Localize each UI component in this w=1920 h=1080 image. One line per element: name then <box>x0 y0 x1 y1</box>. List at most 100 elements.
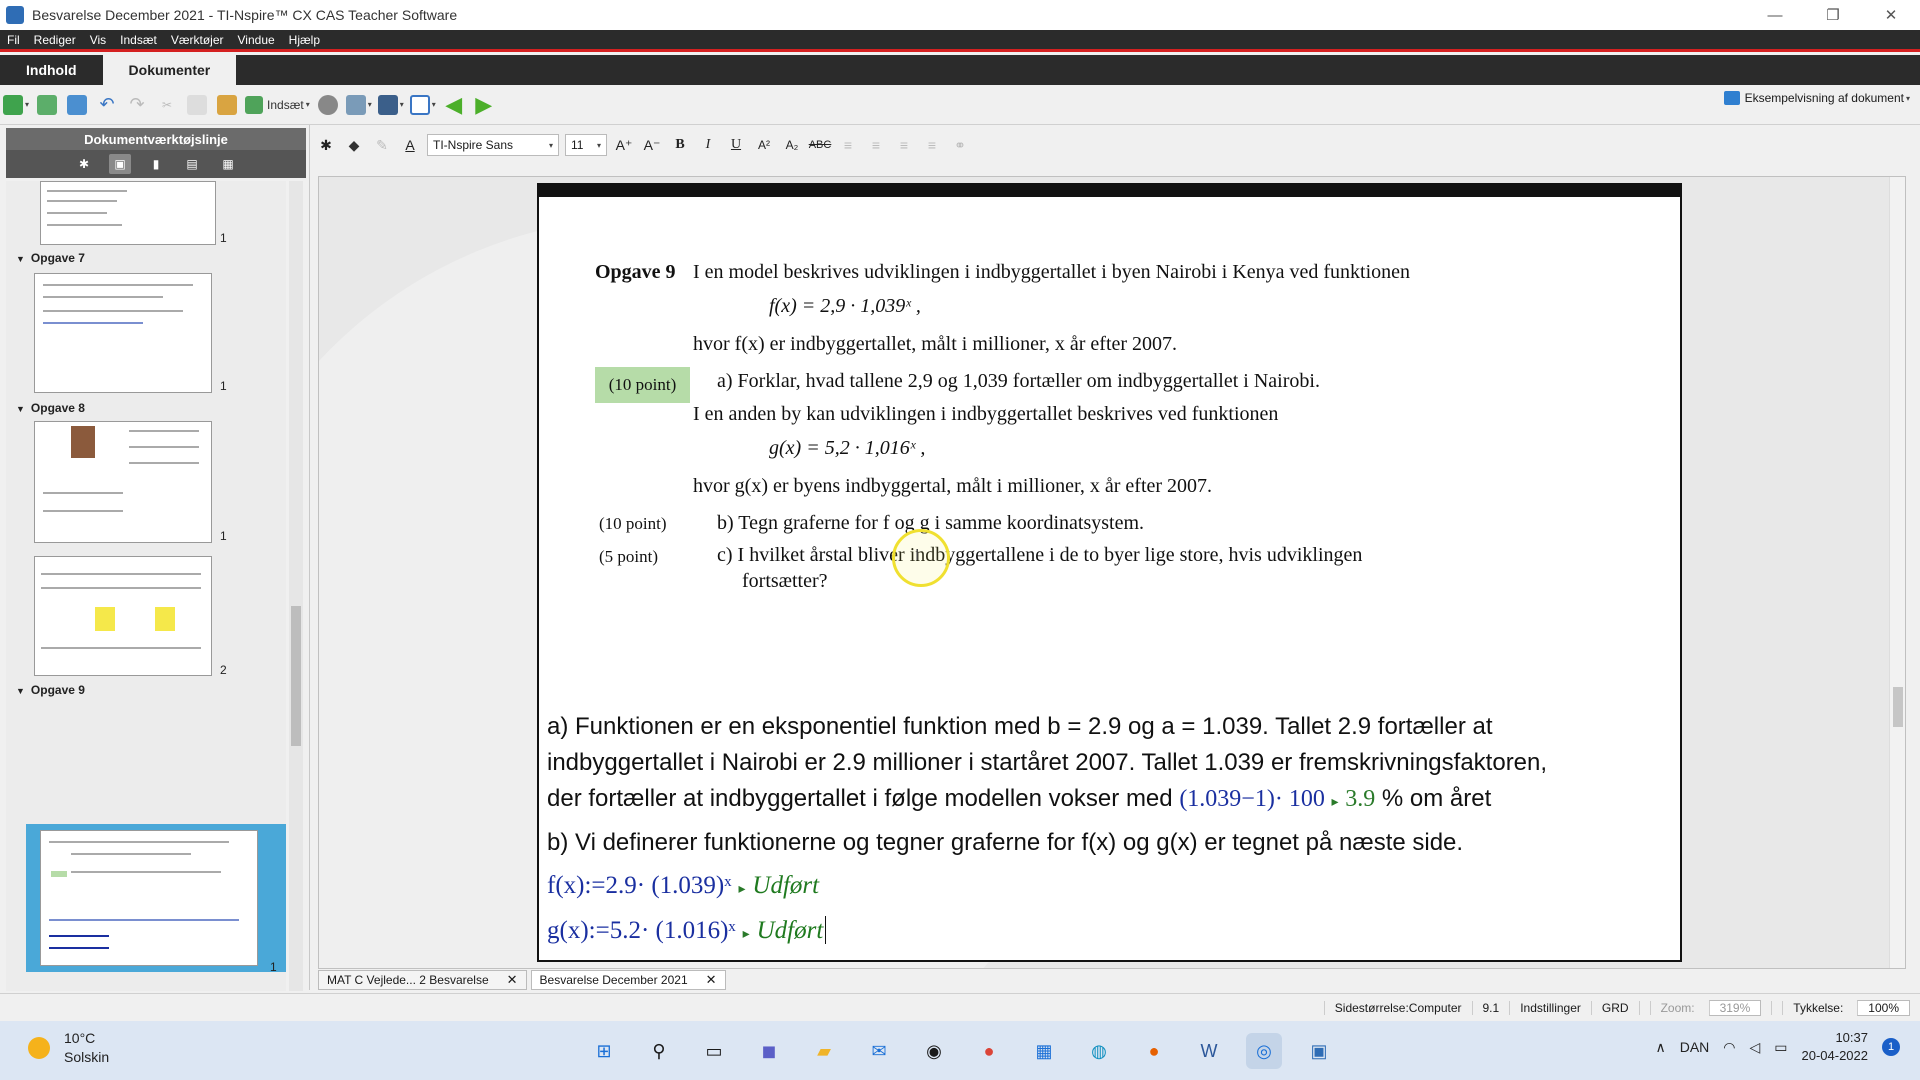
ti-nspire-app-icon[interactable]: ◎ <box>1246 1033 1282 1069</box>
search-icon[interactable]: ⚲ <box>641 1033 677 1069</box>
align-right-button[interactable]: ≡ <box>890 133 918 157</box>
answer-text[interactable]: a) Funktionen er en eksponentiel funktio… <box>547 709 1677 953</box>
page-sorter-icon[interactable]: ▣ <box>109 154 131 174</box>
page-thumbnail[interactable] <box>40 181 216 245</box>
page-layout-button[interactable]: ▾ <box>409 92 436 118</box>
paste-button[interactable] <box>215 92 239 118</box>
document-page[interactable]: Opgave 9 I en model beskrives udviklinge… <box>537 183 1682 962</box>
growth-calculation[interactable]: (1.039−1)· 100 <box>1179 786 1325 812</box>
increase-font-button[interactable]: A⁺ <box>610 133 638 157</box>
align-left-button[interactable]: ≡ <box>834 133 862 157</box>
language-indicator[interactable]: DAN <box>1680 1039 1710 1055</box>
maximize-button[interactable]: ❐ <box>1804 0 1862 30</box>
f-definition[interactable]: f(x):=2.9· (1.039)ˣ <box>547 872 731 899</box>
battery-icon[interactable]: ▭ <box>1774 1039 1787 1056</box>
menu-view[interactable]: Vis <box>83 33 113 47</box>
open-button[interactable] <box>35 92 59 118</box>
page-thumbnail[interactable] <box>34 556 212 676</box>
tools-icon[interactable]: ✱ <box>73 154 95 174</box>
font-size-select[interactable]: 11 ▾ <box>565 134 607 156</box>
menu-insert[interactable]: Indsæt <box>113 33 164 47</box>
wifi-icon[interactable]: ◠ <box>1723 1039 1735 1056</box>
document-scrollbar[interactable] <box>1889 177 1905 968</box>
variables-button[interactable] <box>316 92 340 118</box>
tab-content[interactable]: Indhold <box>0 55 103 85</box>
edge-icon[interactable]: ◍ <box>1081 1033 1117 1069</box>
menu-edit[interactable]: Rediger <box>27 33 83 47</box>
word-icon[interactable]: W <box>1191 1033 1227 1069</box>
chrome-icon[interactable]: ● <box>971 1033 1007 1069</box>
page-thumbnail-selected[interactable] <box>40 830 258 966</box>
ti-connect-icon[interactable]: ▣ <box>1301 1033 1337 1069</box>
align-center-button[interactable]: ≡ <box>862 133 890 157</box>
menu-help[interactable]: Hjælp <box>282 33 327 47</box>
teams-chat-icon[interactable]: ◼ <box>751 1033 787 1069</box>
mail-icon[interactable]: ✉ <box>861 1033 897 1069</box>
camera-app-icon[interactable]: ◉ <box>916 1033 952 1069</box>
weather-widget[interactable]: 10°C Solskin <box>28 1029 109 1067</box>
document-scroll-thumb[interactable] <box>1893 687 1903 727</box>
sidebar-scroll-thumb[interactable] <box>291 606 301 746</box>
tab-documents[interactable]: Dokumenter <box>102 55 237 85</box>
font-family-select[interactable]: TI-Nspire Sans ▾ <box>427 134 559 156</box>
handheld-icon[interactable]: ▮ <box>145 154 167 174</box>
close-tab-icon[interactable]: ✕ <box>706 972 717 988</box>
undo-button[interactable]: ↶ <box>95 92 119 118</box>
fill-color-icon[interactable]: ◆ <box>340 133 368 157</box>
page-thumbnail[interactable] <box>34 421 212 543</box>
problem-heading[interactable]: ▼ Opgave 9 <box>16 683 85 697</box>
decrease-font-button[interactable]: A⁻ <box>638 133 666 157</box>
clock[interactable]: 10:37 20-04-2022 <box>1802 1029 1869 1065</box>
transfer-button[interactable]: ▾ <box>377 92 404 118</box>
content-explorer-icon[interactable]: ▤ <box>181 154 203 174</box>
menu-file[interactable]: Fil <box>0 33 27 47</box>
f-definition-line[interactable]: f(x):=2.9· (1.039)ˣ ▸ Udført <box>547 867 1677 908</box>
next-page-button[interactable]: ▶ <box>472 92 496 118</box>
thickness-control[interactable]: Tykkelse: 100% <box>1771 999 1920 1016</box>
subscript-button[interactable]: A₂ <box>778 133 806 157</box>
page-thumbnail[interactable] <box>34 273 212 393</box>
line-color-icon[interactable]: ✎ <box>368 133 396 157</box>
page-size-status[interactable]: Sidestørrelse:Computer <box>1323 1000 1472 1015</box>
utilities-icon[interactable]: ▦ <box>217 154 239 174</box>
document-tab[interactable]: MAT C Vejlede... 2 Besvarelse ✕ <box>318 970 527 990</box>
menu-tools[interactable]: Værktøjer <box>164 33 231 47</box>
file-explorer-icon[interactable]: ▰ <box>806 1033 842 1069</box>
document-preview-selector[interactable]: Eksempelvisning af dokument ▾ <box>1723 91 1910 105</box>
new-document-button[interactable]: ▾ <box>3 92 29 118</box>
tools-menu-button[interactable]: ✱ <box>312 133 340 157</box>
zoom-control[interactable]: Zoom: 319% <box>1638 999 1772 1016</box>
sidebar-scrollbar[interactable] <box>289 181 303 991</box>
problem-heading[interactable]: ▼ Opgave 7 <box>16 251 85 265</box>
copy-button[interactable] <box>185 92 209 118</box>
minimize-button[interactable]: — <box>1746 0 1804 30</box>
save-button[interactable] <box>65 92 89 118</box>
underline-button[interactable]: U <box>722 133 750 157</box>
firefox-icon[interactable]: ● <box>1136 1033 1172 1069</box>
volume-icon[interactable]: ◁ <box>1749 1039 1760 1056</box>
cut-button[interactable]: ✂ <box>155 92 179 118</box>
menu-window[interactable]: Vindue <box>231 33 282 47</box>
insert-button[interactable]: Indsæt ▾ <box>245 92 310 118</box>
redo-button[interactable]: ↷ <box>125 92 149 118</box>
g-definition-line[interactable]: g(x):=5.2· (1.016)ˣ ▸ Udført <box>547 912 1677 953</box>
link-icon[interactable]: ⚭ <box>946 133 974 157</box>
notification-badge[interactable]: 1 <box>1882 1038 1900 1056</box>
settings-button[interactable]: Indstillinger <box>1509 1000 1591 1015</box>
store-icon[interactable]: ▦ <box>1026 1033 1062 1069</box>
chevron-up-icon[interactable]: ∧ <box>1655 1039 1665 1056</box>
bold-button[interactable]: B <box>666 133 694 157</box>
document-tab-active[interactable]: Besvarelse December 2021 ✕ <box>530 970 726 990</box>
screen-capture-button[interactable]: ▾ <box>345 92 372 118</box>
strikethrough-button[interactable]: ABC <box>806 133 834 157</box>
previous-page-button[interactable]: ◀ <box>442 92 466 118</box>
task-view-icon[interactable]: ▭ <box>696 1033 732 1069</box>
problem-heading[interactable]: ▼ Opgave 8 <box>16 401 85 415</box>
g-definition[interactable]: g(x):=5.2· (1.016)ˣ <box>547 917 736 944</box>
close-tab-icon[interactable]: ✕ <box>507 972 518 988</box>
start-icon[interactable]: ⊞ <box>586 1033 622 1069</box>
superscript-button[interactable]: A² <box>750 133 778 157</box>
text-color-icon[interactable]: A <box>396 133 424 157</box>
italic-button[interactable]: I <box>694 133 722 157</box>
angle-mode[interactable]: GRD <box>1590 1000 1639 1015</box>
